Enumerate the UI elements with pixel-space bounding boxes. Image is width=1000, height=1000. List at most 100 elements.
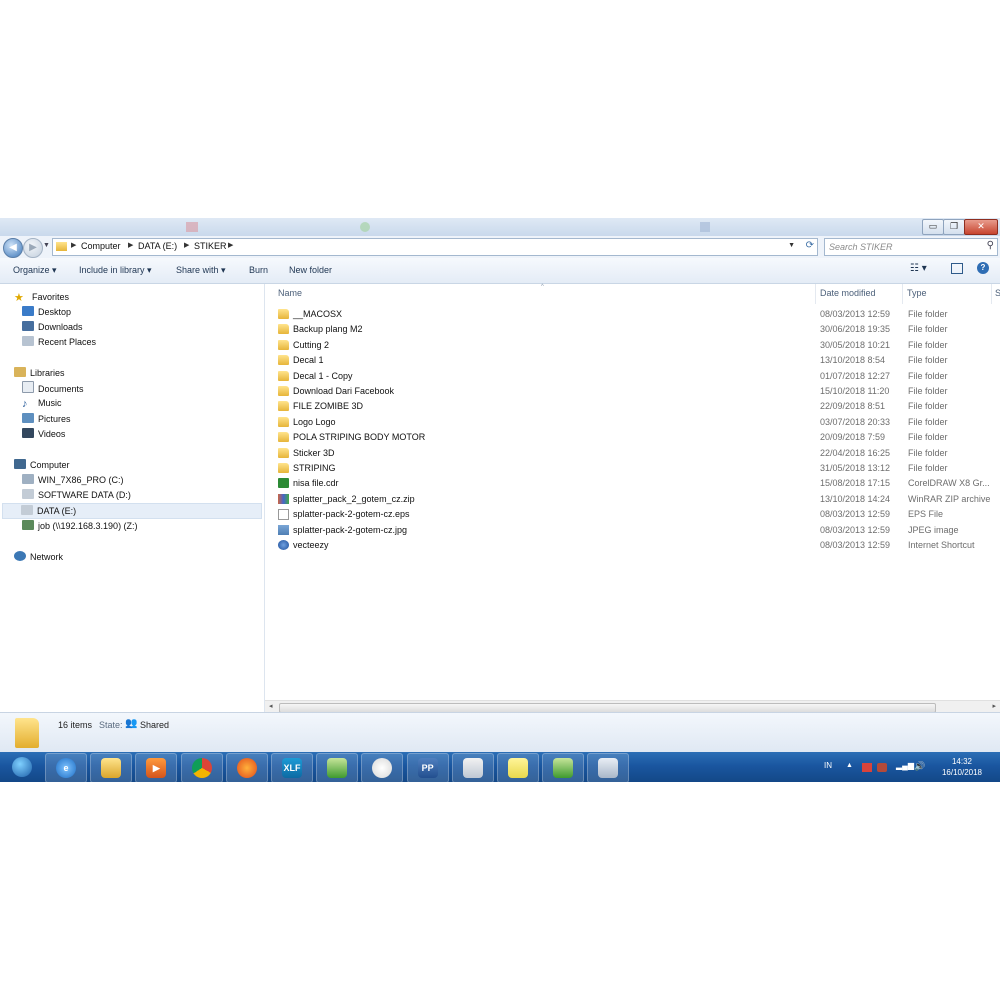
file-row[interactable]: Sticker 3D 22/04/2018 16:25 File folder xyxy=(275,446,995,461)
taskbar-firefox-button[interactable] xyxy=(225,753,268,782)
organize-button[interactable]: Organize ▾ xyxy=(13,265,57,276)
forward-button[interactable]: ▶ xyxy=(23,238,43,258)
file-name: splatter_pack_2_gotem_cz.zip xyxy=(293,493,415,504)
chevron-right-icon: ▶ xyxy=(184,242,190,249)
cc-app-icon xyxy=(372,758,393,778)
file-row[interactable]: Decal 1 - Copy 01/07/2018 12:27 File folde… xyxy=(275,369,995,384)
show-hidden-icons-icon[interactable]: ▲ xyxy=(846,762,853,769)
file-row[interactable]: POLA STRIPING BODY MOTOR 20/09/2018 7:59 F… xyxy=(275,430,995,445)
taskbar-internet-explorer-button[interactable]: e xyxy=(45,753,87,782)
file-row[interactable]: __MACOSX 08/03/2013 12:59 File folder xyxy=(275,307,995,322)
nav-recent-places[interactable]: Recent Places xyxy=(22,335,96,349)
navigation-bar: ◀ ▶ ▼ ▶ Computer ▶ DATA (E:) ▶ STIKER ▶ … xyxy=(0,236,1000,258)
file-row[interactable]: FILE ZOMIBE 3D 22/09/2018 8:51 File folder xyxy=(275,399,995,414)
back-button[interactable]: ◀ xyxy=(3,238,23,258)
breadcrumb-stiker[interactable]: STIKER xyxy=(194,241,227,251)
search-box[interactable]: Search STIKER ⚲ xyxy=(824,238,998,256)
coreldraw-icon xyxy=(278,478,289,489)
system-clock[interactable]: 14:32 16/10/2018 xyxy=(942,756,982,778)
nav-music-label: Music xyxy=(38,398,62,408)
file-name: POLA STRIPING BODY MOTOR xyxy=(293,432,426,443)
scroll-left-icon[interactable]: ◂ xyxy=(269,702,273,710)
file-row[interactable]: splatter_pack_2_gotem_cz.zip 13/10/2018 1… xyxy=(275,492,995,507)
file-name: splatter-pack-2-gotem-cz.eps xyxy=(293,509,410,520)
file-row[interactable]: Decal 1 13/10/2018 8:54 File folder xyxy=(275,353,995,368)
file-row[interactable]: nisa file.cdr 15/08/2018 17:15 CorelDRAW X… xyxy=(275,476,995,491)
refresh-icon[interactable]: ⟳ xyxy=(806,240,814,251)
volume-icon[interactable]: 🔊 xyxy=(914,761,925,772)
nav-recent-places-label: Recent Places xyxy=(38,337,97,347)
action-center-flag-icon[interactable] xyxy=(862,763,872,772)
nav-downloads[interactable]: Downloads xyxy=(22,320,83,334)
scroll-right-icon[interactable]: ▸ xyxy=(992,702,996,710)
file-name: splatter-pack-2-gotem-cz.jpg xyxy=(293,524,408,535)
taskbar-coreldraw-2-button[interactable] xyxy=(542,753,585,782)
nav-videos[interactable]: Videos xyxy=(22,427,65,441)
nav-drive-c[interactable]: WIN_7X86_PRO (C:) xyxy=(22,473,124,487)
taskbar-coreldraw-button[interactable] xyxy=(316,753,359,782)
nav-music[interactable]: ♪ Music xyxy=(22,396,62,410)
new-folder-button[interactable]: New folder xyxy=(289,265,332,275)
file-date-modified: 08/03/2013 12:59 xyxy=(820,524,891,535)
nav-drive-d[interactable]: SOFTWARE DATA (D:) xyxy=(22,488,131,502)
taskbar-window-app-button[interactable] xyxy=(451,753,494,782)
file-row[interactable]: STRIPING 31/05/2018 13:12 File folder xyxy=(275,461,995,476)
input-language[interactable]: IN xyxy=(824,761,832,770)
file-type: File folder xyxy=(908,309,948,319)
minimize-button[interactable]: ▭ xyxy=(922,219,944,235)
state-value: Shared xyxy=(140,720,170,730)
search-input[interactable]: Search STIKER xyxy=(829,242,893,252)
nav-drive-e[interactable]: DATA (E:) xyxy=(2,503,262,519)
file-row[interactable]: Download Dari Facebook 15/10/2018 11:20 Fi… xyxy=(275,384,995,399)
file-row[interactable]: splatter-pack-2-gotem-cz.jpg 08/03/2013 1… xyxy=(275,523,995,538)
address-bar[interactable]: ▶ Computer ▶ DATA (E:) ▶ STIKER ▶ ▼ ⟳ xyxy=(52,238,818,256)
file-type: File folder xyxy=(908,432,948,443)
taskbar-file-explorer-button[interactable] xyxy=(90,753,133,782)
taskbar-pp-app-button[interactable]: PP xyxy=(406,753,449,782)
search-icon[interactable]: ⚲ xyxy=(987,240,994,251)
help-icon[interactable]: ? xyxy=(977,262,989,274)
network-signal-icon[interactable]: ▂▄▆ xyxy=(896,761,914,770)
background-window-icon xyxy=(700,222,710,232)
recent-pages-button[interactable]: ▼ xyxy=(43,242,50,249)
nav-network[interactable]: Network xyxy=(14,550,63,564)
nav-computer[interactable]: Computer xyxy=(14,458,70,472)
nav-documents[interactable]: Documents xyxy=(22,381,84,395)
include-in-library-button[interactable]: Include in library ▾ xyxy=(79,265,152,276)
address-history-dropdown[interactable]: ▼ xyxy=(788,242,795,249)
taskbar-xlf-button[interactable]: XLF xyxy=(271,753,313,782)
file-row[interactable]: Backup plang M2 30/06/2018 19:35 File fold… xyxy=(275,322,995,337)
maximize-button[interactable]: ❐ xyxy=(943,219,965,235)
taskbar-media-player-button[interactable]: ▶ xyxy=(135,753,178,782)
breadcrumb-data-drive[interactable]: DATA (E:) xyxy=(138,241,177,251)
taskbar-calculator-button[interactable] xyxy=(587,753,630,782)
nav-pictures[interactable]: Pictures xyxy=(22,412,71,426)
music-icon: ♪ xyxy=(22,398,28,410)
file-date-modified: 15/08/2018 17:15 xyxy=(820,478,891,489)
folder-icon xyxy=(278,416,289,427)
nav-drive-z[interactable]: job (\\192.168.3.190) (Z:) xyxy=(22,519,138,533)
column-header-name[interactable]: Name xyxy=(278,288,302,298)
column-header-type[interactable]: Type xyxy=(907,288,927,298)
taskbar-sticky-notes-button[interactable] xyxy=(497,753,539,782)
documents-icon xyxy=(22,381,34,393)
file-row[interactable]: Cutting 2 30/05/2018 10:21 File folder xyxy=(275,338,995,353)
file-row[interactable]: Logo Logo 03/07/2018 20:33 File folder xyxy=(275,415,995,430)
breadcrumb-computer[interactable]: Computer xyxy=(81,241,121,251)
taskbar-start-orb-button[interactable] xyxy=(2,753,42,781)
taskbar-cc-app-button[interactable] xyxy=(361,753,404,782)
close-button[interactable]: ✕ xyxy=(964,219,998,235)
burn-button[interactable]: Burn xyxy=(249,265,268,275)
file-row[interactable]: splatter-pack-2-gotem-cz.eps 08/03/2013 1… xyxy=(275,507,995,522)
column-header-size[interactable]: S xyxy=(995,288,1000,298)
share-with-button[interactable]: Share with ▾ xyxy=(176,265,226,276)
view-options-icon[interactable]: ☷ ▾ xyxy=(910,263,927,274)
nav-libraries[interactable]: Libraries xyxy=(14,366,65,380)
taskbar-chrome-button[interactable] xyxy=(180,753,223,782)
nav-desktop[interactable]: Desktop xyxy=(22,305,71,319)
file-row[interactable]: vecteezy 08/03/2013 12:59 Internet Shortcu… xyxy=(275,538,995,553)
security-tray-icon[interactable] xyxy=(877,763,887,772)
column-header-date[interactable]: Date modified xyxy=(820,288,876,298)
preview-pane-icon[interactable] xyxy=(951,263,963,274)
nav-favorites[interactable]: ★ Favorites xyxy=(14,290,69,304)
